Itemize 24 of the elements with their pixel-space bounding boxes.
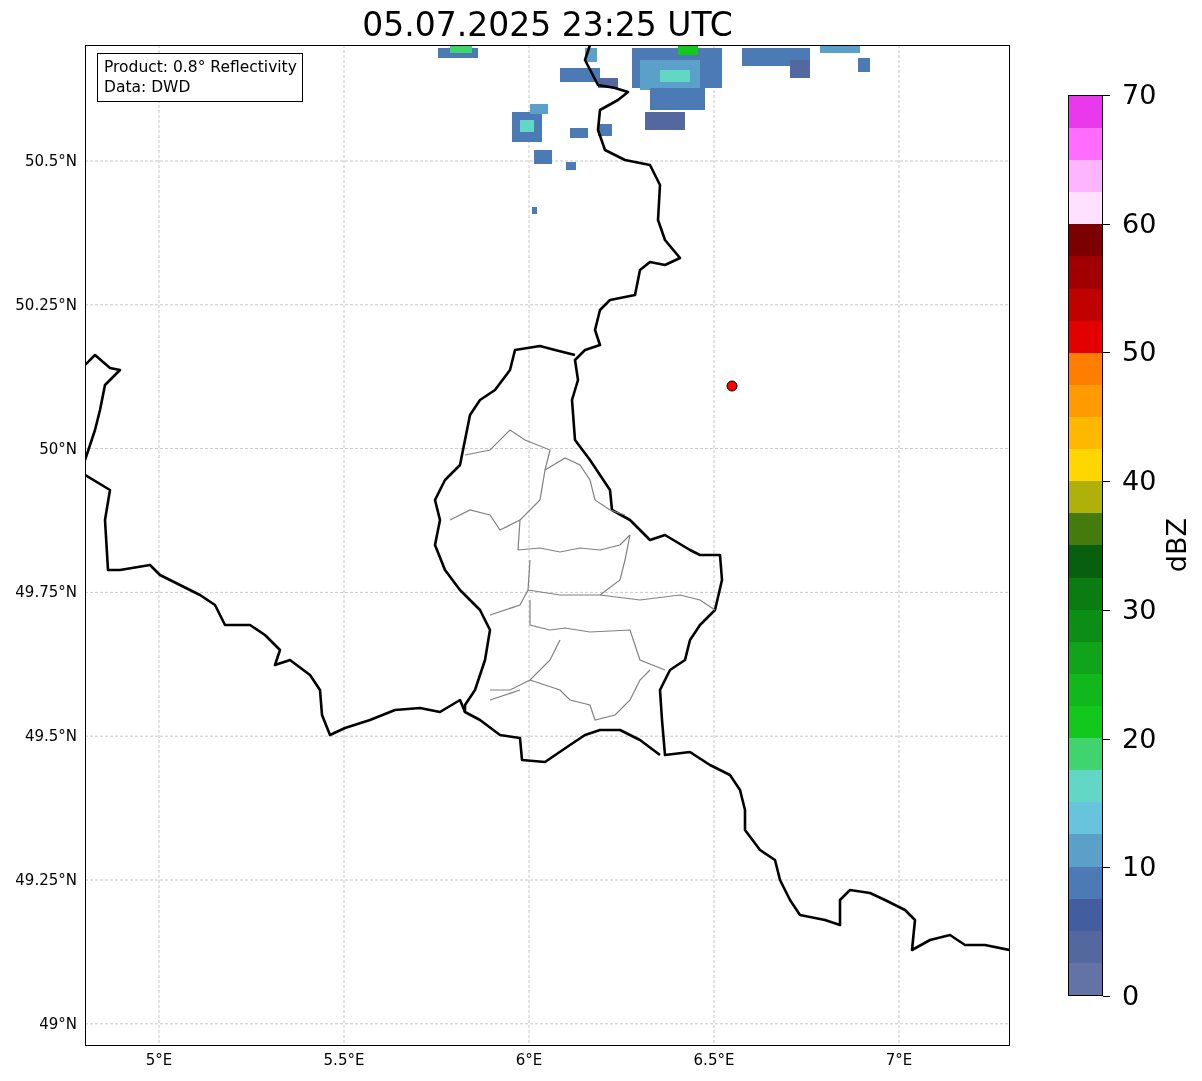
latitude-label: 49.75°N: [15, 583, 77, 602]
colorbar-tick-label: 10: [1103, 851, 1157, 884]
colorbar-tick-label: 40: [1103, 465, 1157, 498]
latitude-label: 50°N: [39, 439, 77, 458]
colorbar-tick-label: 0: [1103, 980, 1140, 1012]
colorbar-tick-label: 60: [1103, 207, 1157, 240]
latitude-label: 49°N: [39, 1014, 77, 1033]
longitude-label: 5.5°E: [323, 1051, 365, 1069]
longitude-label: 6°E: [515, 1051, 543, 1069]
colorbar-tick-label: 30: [1103, 593, 1157, 626]
colorbar-tick-label: 70: [1103, 79, 1157, 111]
info-text: Product: 0.8° Reflectivity: [104, 57, 297, 77]
longitude-label: 6.5°E: [693, 1051, 735, 1069]
longitude-label: 5°E: [145, 1051, 173, 1069]
info-text: Data: DWD: [104, 77, 192, 97]
latitude-label: 49.25°N: [15, 871, 77, 889]
colorbar-label: dBZ: [1161, 518, 1193, 573]
map-title: 05.07.2025 23:25 UTC: [362, 3, 733, 45]
longitude-label: 7°E: [885, 1051, 913, 1069]
latitude-label: 50.5°N: [24, 152, 77, 170]
colorbar-tick-label: 50: [1103, 336, 1157, 369]
latitude-label: 50.25°N: [15, 295, 77, 314]
colorbar-tick-label: 20: [1103, 722, 1157, 755]
latitude-label: 49.5°N: [24, 727, 77, 746]
